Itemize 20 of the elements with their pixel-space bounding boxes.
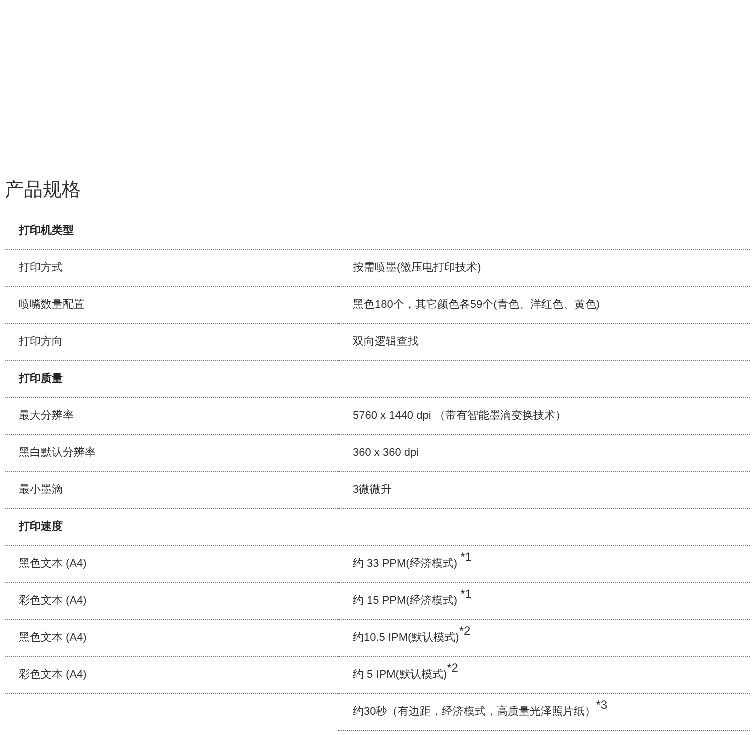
section-heading: 打印机类型: [19, 224, 74, 239]
section-heading: 打印速度: [19, 520, 63, 535]
spec-label: 黑白默认分辨率: [19, 446, 96, 461]
spec-label: 彩色文本 (A4): [19, 668, 87, 683]
spec-label: 最小墨滴: [19, 482, 63, 498]
spec-label: 最大分辨率: [19, 408, 74, 424]
spec-value: 双向逻辑查找: [353, 334, 419, 350]
spec-label: 打印方式: [19, 260, 63, 276]
page-title: 产品规格: [5, 179, 82, 203]
spec-label: 黑色文本 (A4): [19, 556, 87, 572]
spec-label: 彩色文本 (A4): [19, 594, 87, 609]
section-heading: 打印质量: [19, 372, 63, 387]
spec-value: 按需喷墨(微压电打印技术): [353, 260, 482, 276]
spec-value: 黑色180个，其它颜色各59个(青色、洋红色、黄色): [353, 298, 600, 313]
spec-value: 360 x 360 dpi: [353, 446, 420, 461]
spec-value: 5760 x 1440 dpi （带有智能墨滴变换技术）: [353, 408, 566, 424]
spec-label: 黑色文本 (A4): [19, 630, 87, 646]
spec-value: 3微微升: [353, 482, 392, 498]
spec-label: 打印方向: [19, 334, 63, 350]
spec-label: 喷嘴数量配置: [19, 298, 85, 313]
